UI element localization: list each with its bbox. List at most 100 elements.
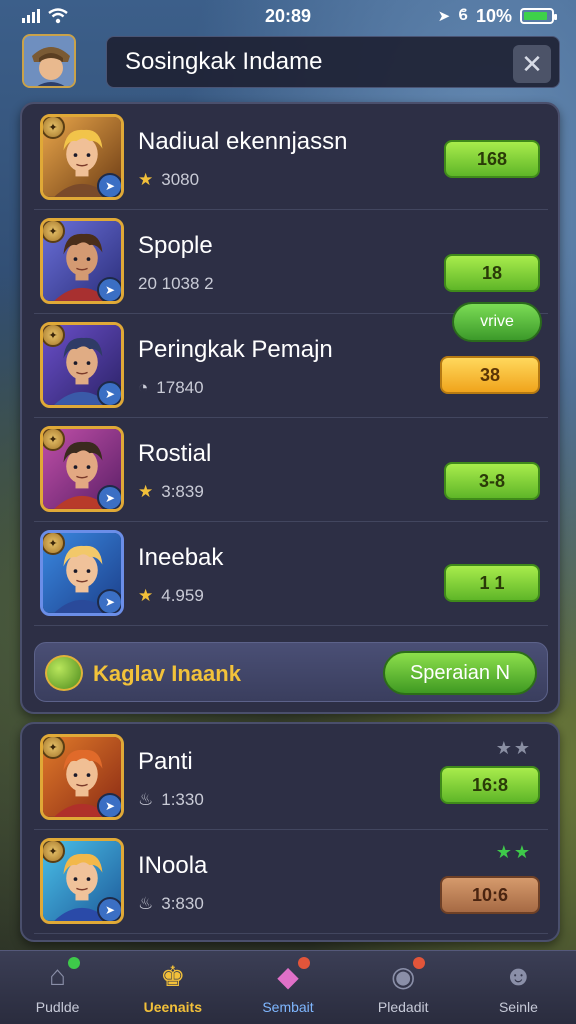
flame-icon: ♨ (138, 894, 154, 913)
rank-badge-icon: ✦ (43, 117, 65, 139)
star-icon: ★ (138, 482, 154, 501)
player-name: Spople (138, 232, 213, 259)
nav-label: Ueenaits (143, 999, 202, 1015)
nav-label: Pudlde (35, 999, 80, 1015)
player-portrait[interactable]: ✦ ➤ (40, 734, 124, 820)
player-portrait[interactable]: ✦ ➤ (40, 218, 124, 304)
rank-badge-icon: ✦ (43, 221, 65, 243)
player-name: INoola (138, 852, 208, 879)
leaderboard-list: ✦ ➤ Nadiual ekennjassn ★ 3080 168 ✦ ➤ Sp… (34, 108, 548, 634)
trophy-icon: ♚ (160, 960, 186, 992)
score-value: 1:330 (161, 790, 204, 809)
role-badge-icon: ➤ (97, 793, 121, 817)
nav-label: Sembait (262, 999, 314, 1015)
player-portrait[interactable]: ✦ ➤ (40, 114, 124, 200)
role-badge-icon: ➤ (97, 173, 121, 197)
nav-tab-trophy[interactable]: ♚ Ueenaits (115, 951, 230, 1024)
role-badge-icon: ➤ (97, 485, 121, 509)
clock-icon: ◔ (138, 378, 149, 397)
wifi-icon (48, 8, 68, 24)
page-title: Sosingkak Indame (125, 48, 323, 75)
score-value: 20 1038 2 (138, 274, 214, 293)
notification-dot (67, 957, 80, 969)
player-score: ♨ 3:830 (138, 894, 204, 914)
rating-stars-icon: ★★ (495, 738, 532, 758)
player-score: ★ 3080 (138, 170, 199, 190)
player-name: Rostial (138, 440, 212, 467)
leaderboard-list-secondary: ✦ ➤ Panti ♨ 1:330 ★★ 16:8 ✦ ➤ INoola ♨ 3:… (34, 728, 548, 938)
player-portrait[interactable]: ✦ ➤ (40, 426, 124, 512)
star-icon: ★ (138, 170, 154, 189)
row-divider (34, 209, 548, 210)
rank-badge-icon: ✦ (43, 841, 65, 863)
leaderboard-panel-secondary: ✦ ➤ Panti ♨ 1:330 ★★ 16:8 ✦ ➤ INoola ♨ 3:… (20, 722, 560, 942)
role-badge-icon: ➤ (97, 897, 121, 921)
score-value: 17840 (156, 378, 204, 397)
rank-badge-icon: ✦ (43, 429, 65, 451)
nav-label: Seinle (498, 999, 538, 1015)
player-name: Panti (138, 748, 193, 775)
battery-percent: 10% (475, 5, 512, 26)
player-score: ♨ 1:330 (138, 790, 204, 810)
rank-badge-icon: ✦ (43, 325, 65, 347)
role-badge-icon: ➤ (97, 589, 121, 613)
profile-icon: ☻ (503, 960, 534, 991)
bluetooth-icon: ϐ (458, 7, 468, 24)
row-divider (34, 829, 548, 830)
nav-label: Pledadit (377, 999, 429, 1015)
score-pill[interactable]: 168 (444, 140, 540, 178)
close-icon: ✕ (521, 48, 543, 79)
row-divider (34, 933, 548, 934)
player-portrait[interactable]: ✦ ➤ (40, 530, 124, 616)
status-bar: 20:89 ➤ ϐ 10% (0, 0, 576, 32)
bottom-nav: ⌂ Pudlde ♚ Ueenaits ◆ Sembait ◉ Pledadit… (0, 950, 576, 1024)
rank-badge-icon: ✦ (43, 533, 65, 555)
notification-dot (298, 957, 310, 969)
row-divider (34, 625, 548, 626)
score-value: 4.959 (161, 586, 204, 605)
nav-tab-target[interactable]: ◉ Pledadit (346, 951, 461, 1024)
score-value: 3080 (161, 170, 200, 189)
score-pill[interactable]: 1 1 (444, 564, 540, 602)
nav-tab-profile[interactable]: ☻ Seinle (461, 951, 576, 1024)
rating-stars-icon: ★★ (495, 842, 532, 862)
player-portrait[interactable]: ✦ ➤ (40, 838, 124, 924)
player-score: ★ 3:839 (138, 482, 204, 502)
player-name: Nadiual ekennjassn (138, 128, 348, 155)
header: Sosingkak Indame ✕ (20, 34, 560, 90)
nav-tab-home[interactable]: ⌂ Pudlde (0, 951, 115, 1024)
leaderboard-panel: ✦ ➤ Nadiual ekennjassn ★ 3080 168 ✦ ➤ Sp… (20, 102, 560, 714)
flame-icon: ♨ (138, 790, 154, 809)
signal-icon (22, 9, 40, 23)
row-divider (34, 521, 548, 522)
score-pill[interactable]: 18 (444, 254, 540, 292)
clock: 20:89 (264, 5, 312, 26)
score-pill[interactable]: 3-8 (444, 462, 540, 500)
location-icon: ➤ (437, 8, 451, 25)
score-pill[interactable]: 16:8 (440, 766, 540, 804)
title-bar: Sosingkak Indame ✕ (106, 36, 560, 88)
player-name: Ineebak (138, 544, 224, 571)
role-badge-icon: ➤ (97, 381, 121, 405)
score-value: 3:839 (161, 482, 204, 501)
player-score: ★ 4.959 (138, 586, 204, 606)
banner-button[interactable]: Speraian N (383, 651, 537, 695)
star-icon: ★ (138, 586, 154, 605)
nav-tab-gem[interactable]: ◆ Sembait (230, 951, 345, 1024)
player-name: Peringkak Pemajn (138, 336, 333, 363)
player-portrait[interactable]: ✦ ➤ (40, 322, 124, 408)
winner-chip-label: vrive (480, 313, 514, 330)
player-score: ◔ 17840 (138, 378, 204, 398)
player-avatar[interactable] (22, 34, 76, 88)
battery-icon (520, 8, 557, 24)
close-button[interactable]: ✕ (513, 45, 551, 83)
score-pill[interactable]: 38 (440, 356, 540, 394)
winner-chip[interactable]: vrive (452, 302, 542, 342)
score-value: 3:830 (161, 894, 204, 913)
avatar-portrait (24, 36, 74, 86)
row-divider (34, 417, 548, 418)
score-pill[interactable]: 10:6 (440, 876, 540, 914)
player-score: 20 1038 2 (138, 274, 214, 294)
notification-dot (413, 957, 426, 969)
banner-label: Kaglav Inaank (93, 661, 241, 686)
